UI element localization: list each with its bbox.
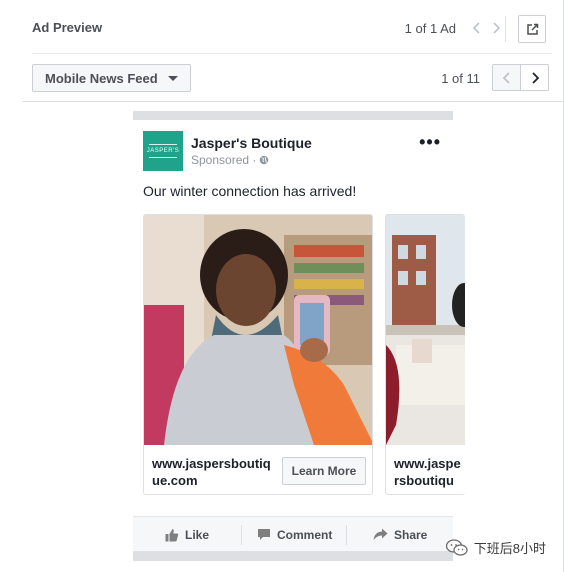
open-external-button[interactable] bbox=[518, 15, 546, 43]
card-footer[interactable]: www.jaspersboutique.com bbox=[386, 445, 465, 494]
placement-page-count: 1 of 11 bbox=[441, 71, 480, 86]
learn-more-button[interactable]: Learn More bbox=[282, 457, 366, 485]
page-name[interactable]: Jasper's Boutique bbox=[191, 135, 312, 151]
chevron-right-icon bbox=[531, 71, 539, 84]
divider bbox=[22, 101, 564, 102]
like-button[interactable]: Like bbox=[165, 517, 209, 552]
card-footer[interactable]: www.jaspersboutique.com Learn More bbox=[144, 445, 372, 494]
placement-label: Mobile News Feed bbox=[45, 70, 158, 86]
prev-ad-chevron-left-icon[interactable] bbox=[468, 18, 486, 38]
comment-button[interactable]: Comment bbox=[257, 517, 332, 552]
header-divider bbox=[505, 16, 506, 42]
watermark: 下班后8小时 bbox=[445, 538, 546, 557]
share-button[interactable]: Share bbox=[373, 517, 427, 552]
ad-counter: 1 of 1 Ad bbox=[404, 21, 456, 36]
carousel-image-woman-scarf[interactable] bbox=[144, 215, 372, 445]
chevron-left-icon bbox=[502, 71, 510, 84]
comment-label: Comment bbox=[277, 527, 333, 542]
comment-icon bbox=[258, 529, 270, 540]
share-label: Share bbox=[394, 527, 428, 542]
like-label: Like bbox=[185, 527, 210, 542]
preview-header: Ad Preview 1 of 1 Ad bbox=[32, 12, 552, 44]
feed-separator bbox=[133, 551, 453, 561]
placement-dropdown[interactable]: Mobile News Feed bbox=[32, 64, 191, 92]
action-divider bbox=[346, 525, 347, 545]
action-divider bbox=[241, 525, 242, 545]
carousel-image-interior[interactable] bbox=[386, 215, 465, 445]
preview-toolbar: Mobile News Feed 1 of 11 bbox=[32, 64, 552, 92]
thumbs-up-icon bbox=[165, 528, 179, 541]
carousel-card[interactable]: www.jaspersboutique.com Learn More bbox=[143, 214, 373, 495]
wechat-icon bbox=[445, 538, 468, 556]
post-actions: Like Comment Share bbox=[133, 516, 453, 552]
prev-placement-button[interactable] bbox=[492, 64, 521, 91]
next-ad-chevron-right-icon[interactable] bbox=[487, 18, 505, 38]
page-avatar[interactable]: JASPER'S bbox=[143, 131, 183, 171]
caret-down-icon bbox=[167, 76, 178, 81]
more-options-icon[interactable]: ••• bbox=[419, 133, 441, 151]
external-link-icon bbox=[526, 23, 538, 35]
card-url[interactable]: www.jaspersboutique.com bbox=[394, 455, 464, 494]
sponsored-text: Sponsored · bbox=[191, 153, 257, 167]
card-url[interactable]: www.jaspersboutique.com bbox=[152, 455, 277, 489]
watermark-text: 下班后8小时 bbox=[473, 541, 546, 556]
carousel-card[interactable]: www.jaspersboutique.com bbox=[385, 214, 465, 495]
globe-icon bbox=[260, 155, 269, 165]
feed-separator bbox=[133, 111, 453, 120]
panel-title: Ad Preview bbox=[32, 20, 103, 35]
ad-post: JASPER'S Jasper's Boutique Sponsored · •… bbox=[133, 111, 465, 561]
logo-text: JASPER'S bbox=[147, 144, 179, 158]
share-arrow-icon bbox=[373, 528, 388, 540]
divider bbox=[32, 53, 552, 54]
sponsored-label: Sponsored · bbox=[191, 153, 269, 167]
next-placement-button[interactable] bbox=[520, 64, 549, 91]
post-caption: Our winter connection has arrived! bbox=[143, 183, 357, 199]
